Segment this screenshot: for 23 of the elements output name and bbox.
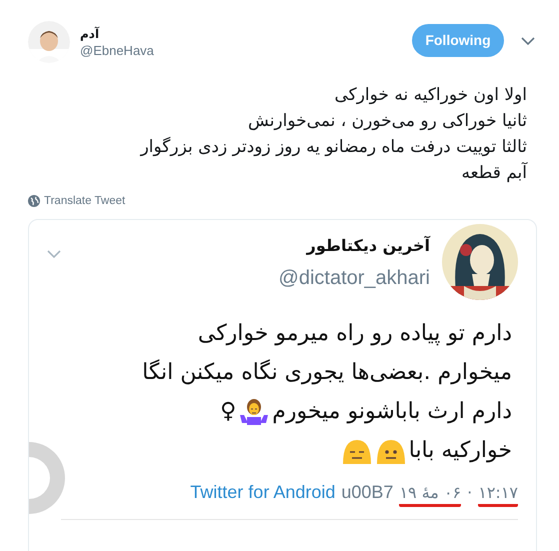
- date-text: ۰۶ مۀ ۱۹: [399, 483, 462, 507]
- date-text: ·: [467, 483, 472, 504]
- source-link[interactable]: Twitter for Android: [190, 482, 336, 503]
- tweet-text: ثالثا توییت درفت ماه رمضانو یه روز زودتر زدی بزرگوار: [138, 136, 527, 159]
- tweet-text: ثانیا خوراکی رو می‌خورن ، نمی‌خوارنش: [247, 110, 527, 133]
- chevron-down-icon: [521, 37, 535, 45]
- following-button[interactable]: Following: [412, 24, 504, 56]
- user-name: آخرین دیکتاطور: [306, 236, 430, 255]
- tweet-text: آبم قطعه: [460, 161, 527, 185]
- user-handle: @EbneHava: [80, 42, 154, 58]
- separator-text: u00B7: [341, 482, 394, 503]
- tweet-text: خوارکیه بابا: [408, 438, 512, 463]
- user-name: آدم: [80, 26, 100, 40]
- tweet-text: دارم تو پیاده رو راه میرمو خوارکی: [198, 321, 512, 346]
- user-handle: @dictator_akhari: [278, 267, 430, 290]
- globe-icon: [28, 195, 40, 207]
- tweet-text: اولا اون خوراکیه نه خوارکی: [333, 84, 527, 107]
- tweet-text: میخوارم .بعضی‌ها یجوری نگاه میکنن انگا: [142, 360, 512, 385]
- date-text: ۱۲:۱۷: [478, 483, 518, 507]
- chevron-down-icon: [47, 250, 61, 258]
- female-sign: ♀: [220, 399, 236, 424]
- translate-link[interactable]: Translate Tweet: [44, 195, 126, 207]
- tweet-text: دارم ارث باباشونو میخورم: [272, 399, 512, 424]
